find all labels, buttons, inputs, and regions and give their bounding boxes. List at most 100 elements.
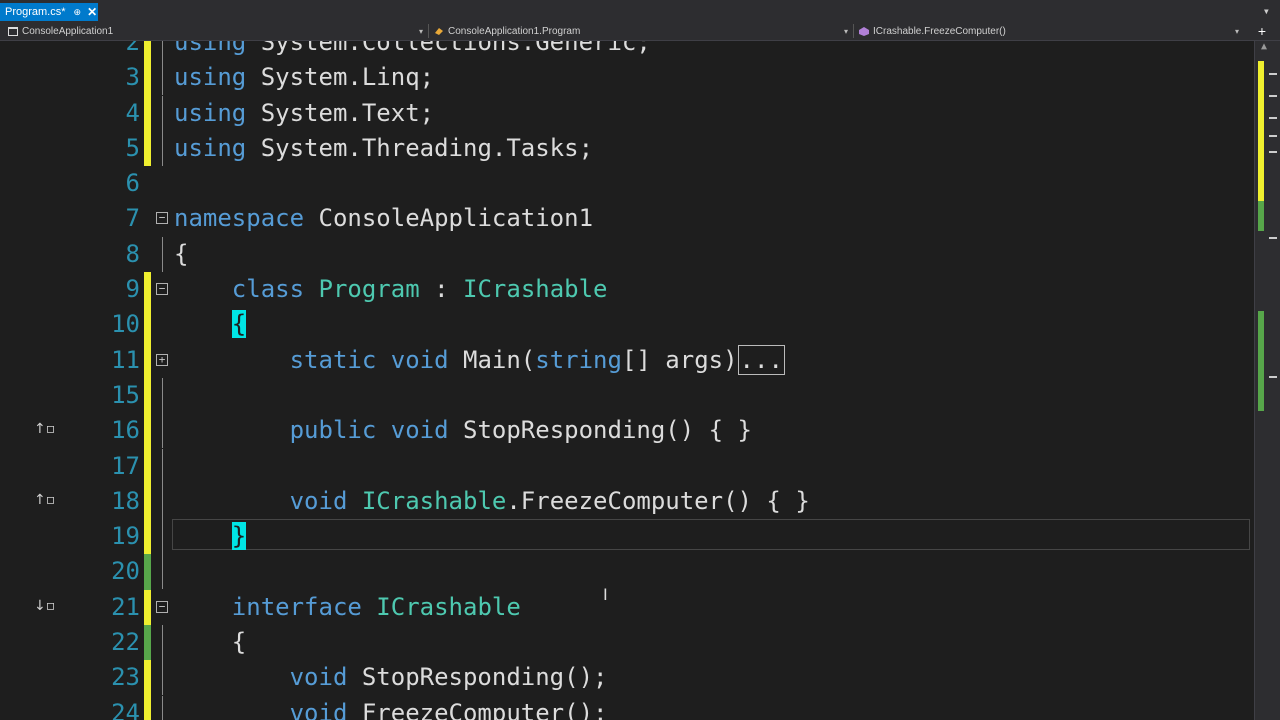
- pin-icon[interactable]: ⊕: [74, 7, 82, 18]
- line-number: 17: [111, 451, 140, 480]
- tab-label: Program.cs*: [5, 6, 66, 18]
- code-line[interactable]: 9 − class Program : ICrashable: [0, 272, 1254, 308]
- expand-region-icon[interactable]: +: [156, 353, 168, 366]
- code-token: System.Linq;: [246, 63, 435, 92]
- code-line[interactable]: ↑▫ 18 void ICrashable.FreezeComputer() { …: [0, 483, 1254, 520]
- collapse-region-icon[interactable]: −: [156, 212, 168, 225]
- keyword-token: void: [289, 698, 348, 720]
- code-line[interactable]: 23 void StopResponding();: [0, 660, 1254, 696]
- outline-guide-line: [162, 413, 163, 449]
- current-line-highlight: [172, 519, 1250, 551]
- code-token: System.Collections.Generic;: [246, 41, 651, 56]
- code-lens-icon[interactable]: ↓▫: [34, 599, 55, 613]
- outline-guide-line: [162, 130, 163, 166]
- scroll-change-marker: [1258, 61, 1264, 201]
- code-text[interactable]: using System.Text;: [174, 96, 434, 131]
- change-tracking-bar: [144, 625, 151, 661]
- code-text[interactable]: }: [174, 519, 247, 554]
- outline-guide-line: [162, 41, 163, 60]
- line-number: 7: [125, 204, 140, 233]
- close-icon[interactable]: ✕: [87, 5, 97, 19]
- code-line[interactable]: 8{: [0, 236, 1254, 272]
- collapsed-region[interactable]: ...: [737, 344, 785, 375]
- method-icon: [859, 26, 869, 36]
- line-number: 10: [111, 310, 140, 339]
- code-lens-icon[interactable]: ↑▫: [34, 422, 55, 436]
- code-text[interactable]: void StopResponding();: [174, 660, 608, 695]
- code-text[interactable]: class Program : ICrashable: [174, 272, 608, 307]
- class-dropdown-label: ConsoleApplication1.Program: [448, 25, 581, 37]
- code-line[interactable]: 5 using System.Threading.Tasks;: [0, 130, 1254, 167]
- code-line[interactable]: ↑▫ 16 public void StopResponding() { }: [0, 413, 1254, 449]
- code-text[interactable]: {: [174, 307, 247, 342]
- line-number: 11: [111, 345, 140, 374]
- line-number: 3: [125, 63, 140, 92]
- tab-list-dropdown-icon[interactable]: ▾: [1263, 4, 1270, 18]
- code-text[interactable]: namespace ConsoleApplication1: [174, 201, 593, 236]
- code-line[interactable]: 24 void FreezeComputer();: [0, 695, 1254, 720]
- code-token: StopResponding() { }: [448, 416, 752, 445]
- code-text[interactable]: using System.Threading.Tasks;: [174, 131, 593, 166]
- code-text[interactable]: public void StopResponding() { }: [174, 413, 752, 448]
- vertical-scrollbar[interactable]: ▲: [1254, 41, 1280, 720]
- tab-program-cs[interactable]: Program.cs* ⊕ ✕: [0, 3, 98, 21]
- scroll-up-arrow-icon[interactable]: ▲: [1261, 41, 1267, 52]
- navigation-bar: ConsoleApplication1 ▾ ConsoleApplication…: [0, 22, 1280, 41]
- keyword-token: interface: [231, 592, 362, 621]
- code-text[interactable]: void ICrashable.FreezeComputer() { }: [174, 484, 810, 519]
- scroll-caret-marker: [1269, 95, 1277, 97]
- scroll-caret-marker: [1269, 151, 1277, 153]
- code-token: FreezeComputer();: [347, 698, 608, 720]
- keyword-token: void: [390, 345, 449, 374]
- code-token: System.Threading.Tasks;: [246, 133, 594, 162]
- code-text[interactable]: interface ICrashable: [174, 590, 521, 625]
- line-number: 15: [111, 380, 140, 409]
- code-line[interactable]: 2 using System.Collections.Generic;: [0, 41, 1254, 61]
- code-line[interactable]: 22 {: [0, 625, 1254, 661]
- outline-guide-line: [162, 554, 163, 590]
- code-line[interactable]: 17: [0, 448, 1254, 484]
- collapse-region-icon[interactable]: −: [156, 283, 168, 296]
- code-line[interactable]: 19 }: [0, 519, 1254, 555]
- line-number: 20: [111, 557, 140, 586]
- code-text[interactable]: {: [174, 237, 188, 272]
- code-text[interactable]: {: [174, 625, 246, 660]
- keyword-token: static: [289, 345, 377, 374]
- code-text[interactable]: void FreezeComputer();: [174, 696, 608, 720]
- code-editor[interactable]: 2 using System.Collections.Generic; 3 using…: [0, 41, 1254, 720]
- member-dropdown[interactable]: ICrashable.FreezeComputer() ▾: [853, 23, 1243, 39]
- class-dropdown[interactable]: ConsoleApplication1.Program ▾: [428, 23, 854, 39]
- code-line[interactable]: 6: [0, 166, 1254, 201]
- outline-guide-line: [162, 236, 163, 272]
- code-line[interactable]: 10 {: [0, 307, 1254, 343]
- code-token: System.Text;: [246, 98, 435, 127]
- code-line[interactable]: 11 + static void Main(string[] args)...: [0, 342, 1254, 378]
- code-text[interactable]: using System.Collections.Generic;: [174, 41, 651, 60]
- code-lens-icon[interactable]: ↑▫: [34, 493, 55, 507]
- project-dropdown[interactable]: ConsoleApplication1 ▾: [2, 23, 429, 39]
- code-text[interactable]: static void Main(string[] args)...: [174, 343, 785, 378]
- code-line[interactable]: ↓▫ 21 − interface ICrashable: [0, 589, 1254, 626]
- scroll-change-marker: [1258, 311, 1264, 411]
- change-tracking-bar: [144, 95, 151, 131]
- code-line[interactable]: 15: [0, 377, 1254, 414]
- chevron-down-icon: ▾: [418, 26, 423, 36]
- keyword-token: using: [174, 98, 247, 127]
- code-line[interactable]: 3 using System.Linq;: [0, 60, 1254, 96]
- code-line[interactable]: 7 − namespace ConsoleApplication1: [0, 201, 1254, 236]
- code-line[interactable]: 4 using System.Text;: [0, 95, 1254, 131]
- collapse-region-icon[interactable]: −: [156, 600, 168, 613]
- line-number: 18: [111, 486, 140, 515]
- code-text[interactable]: using System.Linq;: [174, 60, 434, 95]
- keyword-token: string: [535, 345, 622, 374]
- type-token: ICrashable: [463, 275, 608, 304]
- split-add-icon[interactable]: +: [1258, 23, 1266, 39]
- code-line[interactable]: 20: [0, 554, 1254, 590]
- keyword-token: using: [174, 63, 247, 92]
